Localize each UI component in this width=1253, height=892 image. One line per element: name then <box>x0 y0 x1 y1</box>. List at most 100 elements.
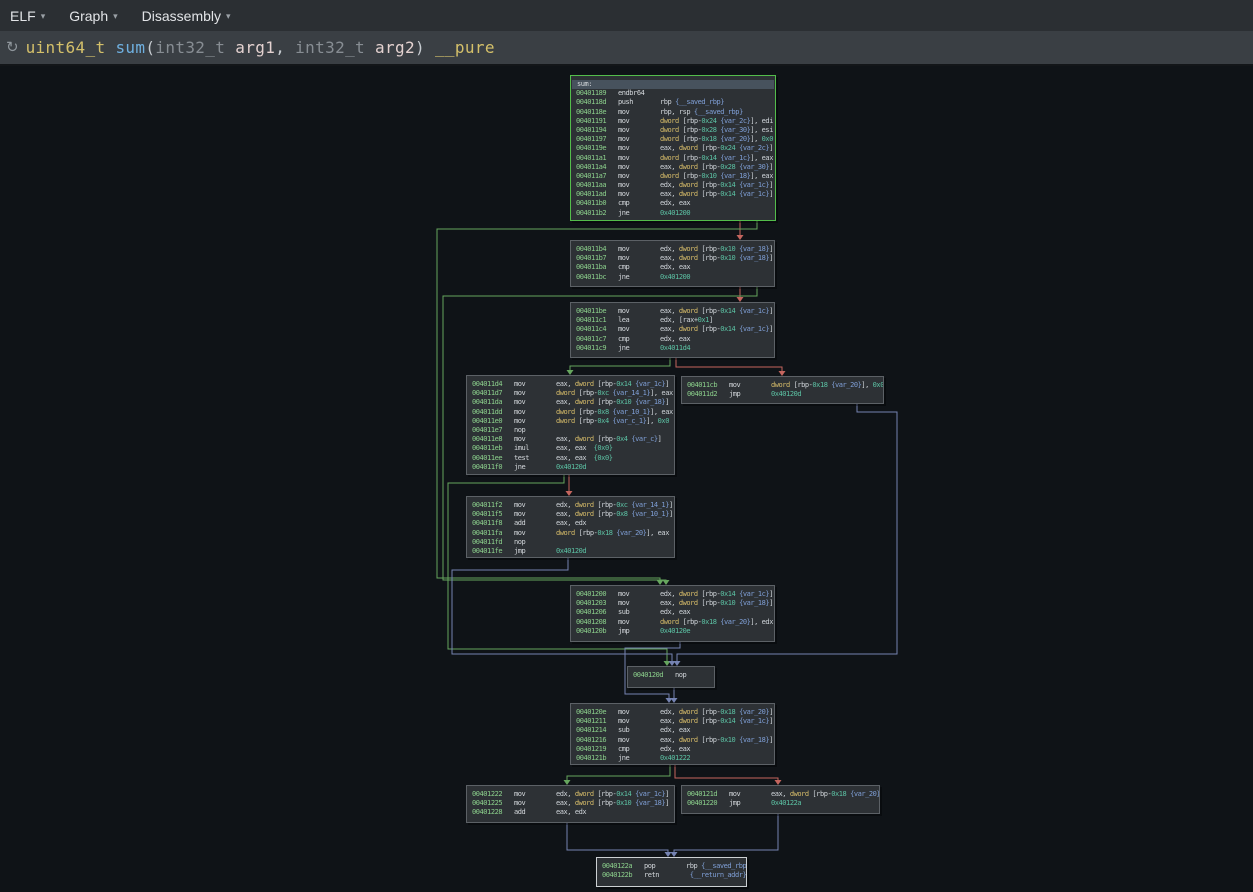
signature-token: int32_t <box>295 38 365 57</box>
instruction-line: 00401222movedx, dword [rbp-0x14 {var_1c}… <box>467 790 674 799</box>
basic-block-40122a[interactable]: 0040122apoprbp {__saved_rbp}0040122bretn… <box>596 857 747 887</box>
menu-label: Graph <box>69 8 108 24</box>
signature-token: int32_t <box>155 38 225 57</box>
instruction-line: 004011eetesteax, eax {0x0} <box>467 454 674 463</box>
instruction-line: 004011bacmpedx, eax <box>571 263 774 272</box>
basic-block-4011f2[interactable]: 004011f2movedx, dword [rbp-0xc {var_14_1… <box>466 496 675 558</box>
flow-edge-u <box>567 823 668 853</box>
instruction-line: 004011c7cmpedx, eax <box>571 335 774 344</box>
basic-block-40121d[interactable]: 0040121dmoveax, dword [rbp-0x18 {var_20}… <box>681 785 880 814</box>
basic-block-4011b4[interactable]: 004011b4movedx, dword [rbp-0x10 {var_18}… <box>570 240 775 287</box>
instruction-line: 00401189endbr64 <box>571 89 775 98</box>
instruction-line: 004011a4moveax, dword [rbp-0x28 {var_30}… <box>571 163 775 172</box>
basic-block-401189[interactable]: sum:00401189endbr640040118dpushrbp {__sa… <box>570 75 776 221</box>
instruction-line: 004011c9jne0x4011d4 <box>571 344 774 353</box>
flow-edge-u <box>674 814 778 853</box>
instruction-line: 004011e8moveax, dword [rbp-0x4 {var_c}] <box>467 435 674 444</box>
basic-block-4011cb[interactable]: 004011cbmovdword [rbp-0x18 {var_20}], 0x… <box>681 376 884 404</box>
basic-block-40120d[interactable]: 0040120dnop <box>627 666 715 688</box>
basic-block-4011be[interactable]: 004011bemoveax, dword [rbp-0x14 {var_1c}… <box>570 302 775 358</box>
signature-token: uint64_t <box>26 38 106 57</box>
instruction-line: 00401219cmpedx, eax <box>571 745 774 754</box>
instruction-line: 004011ddmovdword [rbp-0x8 {var_10_1}], e… <box>467 408 674 417</box>
instruction-line: 004011a7movdword [rbp-0x10 {var_18}], ea… <box>571 172 775 181</box>
signature-token: sum <box>115 38 145 57</box>
instruction-line: 0040122apoprbp {__saved_rbp} <box>597 862 746 871</box>
flow-edge-t <box>570 358 670 371</box>
signature-token: arg2 <box>375 38 415 57</box>
instruction-line: 00401220jmp0x40122a <box>682 799 879 808</box>
instruction-line: 004011b2jne0x401200 <box>571 209 775 218</box>
signature-token: arg1 <box>235 38 275 57</box>
graph-canvas[interactable]: sum:00401189endbr640040118dpushrbp {__sa… <box>0 66 1253 892</box>
menu-label: ELF <box>10 8 36 24</box>
flow-edge-f <box>675 765 778 781</box>
menu-disassembly[interactable]: Disassembly ▾ <box>142 8 231 24</box>
basic-block-401222[interactable]: 00401222movedx, dword [rbp-0x14 {var_1c}… <box>466 785 675 823</box>
instruction-line: 0040118emovrbp, rsp {__saved_rbp} <box>571 108 775 117</box>
caret-down-icon: ▾ <box>226 9 231 22</box>
signature-token: __pure <box>435 38 495 57</box>
signature-token: ( <box>145 38 155 57</box>
caret-down-icon: ▾ <box>41 9 46 22</box>
signature-token: ) <box>415 38 435 57</box>
instruction-line: 004011d4moveax, dword [rbp-0x14 {var_1c}… <box>467 380 674 389</box>
instruction-line: 004011ebimuleax, eax {0x0} <box>467 444 674 453</box>
instruction-line: 0040120dnop <box>628 671 714 680</box>
instruction-line: 004011f5moveax, dword [rbp-0x8 {var_10_1… <box>467 510 674 519</box>
caret-down-icon: ▾ <box>113 9 118 22</box>
instruction-line: 004011c4moveax, dword [rbp-0x14 {var_1c}… <box>571 325 774 334</box>
basic-block-40120e[interactable]: 0040120emovedx, dword [rbp-0x18 {var_20}… <box>570 703 775 765</box>
flow-edge-t <box>567 765 670 781</box>
function-signature: uint64_t sum(int32_t arg1, int32_t arg2)… <box>26 38 495 57</box>
instruction-line: 00401197movdword [rbp-0x18 {var_20}], 0x… <box>571 135 775 144</box>
instruction-line: 004011a1movdword [rbp-0x14 {var_1c}], ea… <box>571 154 775 163</box>
instruction-line: 00401225moveax, dword [rbp-0x10 {var_18}… <box>467 799 674 808</box>
menu-elf[interactable]: ELF ▾ <box>10 8 45 24</box>
function-signature-bar: ↻ uint64_t sum(int32_t arg1, int32_t arg… <box>0 31 1253 66</box>
instruction-line: 004011b0cmpedx, eax <box>571 199 775 208</box>
refresh-icon[interactable]: ↻ <box>6 40 19 55</box>
menu-label: Disassembly <box>142 8 221 24</box>
block-label: sum: <box>572 80 774 89</box>
instruction-line: 004011d7movdword [rbp-0xc {var_14_1}], e… <box>467 389 674 398</box>
signature-token <box>225 38 235 57</box>
instruction-line: 004011d2jmp0x40120d <box>682 390 883 399</box>
instruction-line: 00401208movdword [rbp-0x18 {var_20}], ed… <box>571 618 774 627</box>
signature-token <box>105 38 115 57</box>
instruction-line: 00401191movdword [rbp-0x24 {var_2c}], ed… <box>571 117 775 126</box>
instruction-line: 004011bemoveax, dword [rbp-0x14 {var_1c}… <box>571 307 774 316</box>
instruction-line: 004011bcjne0x401200 <box>571 273 774 282</box>
instruction-line: 00401206subedx, eax <box>571 608 774 617</box>
instruction-line: 0040120bjmp0x40120e <box>571 627 774 636</box>
menu-bar: ELF ▾ Graph ▾ Disassembly ▾ <box>0 0 1253 31</box>
instruction-line: 004011fejmp0x40120d <box>467 547 674 556</box>
instruction-line: 004011e0movdword [rbp-0x4 {var_c_1}], 0x… <box>467 417 674 426</box>
instruction-line: 004011f2movedx, dword [rbp-0xc {var_14_1… <box>467 501 674 510</box>
instruction-line: 004011famovdword [rbp-0x18 {var_20}], ea… <box>467 529 674 538</box>
instruction-line: 004011f8addeax, edx <box>467 519 674 528</box>
instruction-line: 004011cbmovdword [rbp-0x18 {var_20}], 0x… <box>682 381 883 390</box>
instruction-line: 004011damoveax, dword [rbp-0x10 {var_18}… <box>467 398 674 407</box>
instruction-line: 0040118dpushrbp {__saved_rbp} <box>571 98 775 107</box>
instruction-line: 00401203moveax, dword [rbp-0x10 {var_18}… <box>571 599 774 608</box>
instruction-line: 004011b4movedx, dword [rbp-0x10 {var_18}… <box>571 245 774 254</box>
instruction-line: 00401211moveax, dword [rbp-0x14 {var_1c}… <box>571 717 774 726</box>
instruction-line: 004011e7nop <box>467 426 674 435</box>
instruction-line: 0040120emovedx, dword [rbp-0x18 {var_20}… <box>571 708 774 717</box>
basic-block-4011d4[interactable]: 004011d4moveax, dword [rbp-0x14 {var_1c}… <box>466 375 675 475</box>
instruction-line: 004011b7moveax, dword [rbp-0x10 {var_18}… <box>571 254 774 263</box>
instruction-line: 004011aamovedx, dword [rbp-0x14 {var_1c}… <box>571 181 775 190</box>
instruction-line: 00401194movdword [rbp-0x28 {var_30}], es… <box>571 126 775 135</box>
signature-token <box>365 38 375 57</box>
instruction-line: 004011admoveax, dword [rbp-0x14 {var_1c}… <box>571 190 775 199</box>
basic-block-401200[interactable]: 00401200movedx, dword [rbp-0x14 {var_1c}… <box>570 585 775 642</box>
instruction-line: 0040119emoveax, dword [rbp-0x24 {var_2c}… <box>571 144 775 153</box>
instruction-line: 004011f0jne0x40120d <box>467 463 674 472</box>
instruction-line: 00401228addeax, edx <box>467 808 674 817</box>
menu-graph[interactable]: Graph ▾ <box>69 8 117 24</box>
instruction-line: 00401216moveax, dword [rbp-0x10 {var_18}… <box>571 736 774 745</box>
signature-token: , <box>275 38 295 57</box>
instruction-line: 0040121bjne0x401222 <box>571 754 774 763</box>
instruction-line: 0040121dmoveax, dword [rbp-0x18 {var_20}… <box>682 790 879 799</box>
